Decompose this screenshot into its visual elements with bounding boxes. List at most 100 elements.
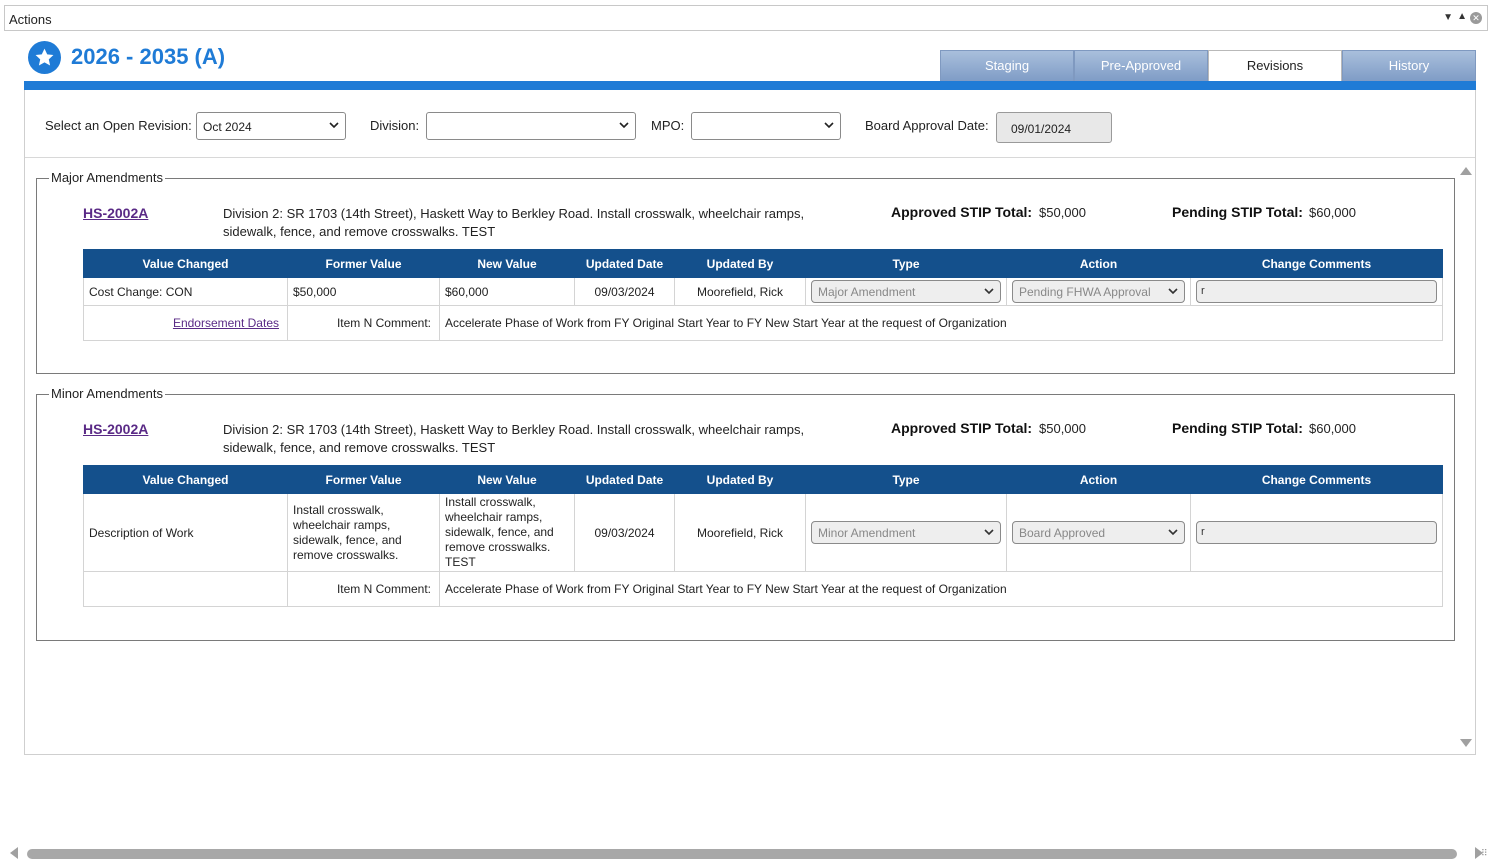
action-cell: Board Approved xyxy=(1006,493,1191,572)
value-changed-cell: Description of Work xyxy=(83,493,288,572)
chevron-down-icon xyxy=(1168,288,1178,295)
type-select[interactable]: Minor Amendment xyxy=(811,521,1001,544)
page-title: 2026 - 2035 (A) xyxy=(71,44,226,69)
revisions-panel: Select an Open Revision: Oct 2024 Divisi… xyxy=(24,90,1476,755)
revision-select-value: Oct 2024 xyxy=(203,120,252,134)
column-header: Value Changed xyxy=(83,465,288,494)
chevron-down-icon xyxy=(984,288,994,295)
type-select[interactable]: Major Amendment xyxy=(811,280,1001,303)
item-comment-text: Accelerate Phase of Work from FY Origina… xyxy=(439,571,1443,607)
table-header-row: Value Changed Former Value New Value Upd… xyxy=(83,249,1443,278)
division-label: Division: xyxy=(370,118,420,133)
tab-history[interactable]: History xyxy=(1342,50,1476,81)
endorsement-dates-link[interactable]: Endorsement Dates xyxy=(173,316,279,330)
item-comment-text: Accelerate Phase of Work from FY Origina… xyxy=(439,305,1443,341)
updated-by-cell: Moorefield, Rick xyxy=(674,277,806,306)
column-header: Change Comments xyxy=(1190,465,1443,494)
mpo-select[interactable] xyxy=(691,112,841,140)
value-changed-cell: Cost Change: CON xyxy=(83,277,288,306)
former-value-cell: Install crosswalk, wheelchair ramps, sid… xyxy=(287,493,440,572)
former-value-cell: $50,000 xyxy=(287,277,440,306)
scroll-left-icon[interactable] xyxy=(9,847,19,859)
resize-grip-icon[interactable]: ⠿ xyxy=(1481,848,1488,859)
action-select[interactable]: Board Approved xyxy=(1012,521,1185,544)
window-bar: Actions ▼ ▲ ✕ xyxy=(4,5,1488,31)
chevron-down-icon xyxy=(1168,529,1178,536)
column-header: New Value xyxy=(439,249,575,278)
item-comment-label: Item N Comment: xyxy=(287,571,440,607)
column-header: Updated Date xyxy=(574,465,675,494)
type-cell: Major Amendment xyxy=(805,277,1007,306)
table-header-row: Value Changed Former Value New Value Upd… xyxy=(83,465,1443,494)
major-project-description: Division 2: SR 1703 (14th Street), Haske… xyxy=(223,206,805,239)
revision-label: Select an Open Revision: xyxy=(45,118,192,133)
updated-by-cell: Moorefield, Rick xyxy=(674,493,806,572)
horizontal-scrollbar[interactable] xyxy=(27,849,1457,859)
column-header: Former Value xyxy=(287,249,440,278)
new-value-cell: Install crosswalk, wheelchair ramps, sid… xyxy=(439,493,575,572)
minor-pending-label: Pending STIP Total: xyxy=(1172,420,1303,436)
chevron-down-icon xyxy=(619,122,629,129)
scroll-down-icon[interactable] xyxy=(1460,738,1472,748)
minor-approved-label: Approved STIP Total: xyxy=(891,420,1033,436)
filter-bar: Select an Open Revision: Oct 2024 Divisi… xyxy=(25,90,1475,158)
column-header: Updated Date xyxy=(574,249,675,278)
action-cell: Pending FHWA Approval xyxy=(1006,277,1191,306)
action-select-value: Pending FHWA Approval xyxy=(1019,285,1151,299)
major-approved-label: Approved STIP Total: xyxy=(891,204,1033,220)
endorsement-cell: Endorsement Dates xyxy=(83,305,288,341)
column-header: Change Comments xyxy=(1190,249,1443,278)
change-comment-input[interactable]: r xyxy=(1196,521,1437,544)
updated-date-cell: 09/03/2024 xyxy=(574,277,675,306)
star-icon xyxy=(28,41,61,74)
empty-cell xyxy=(83,571,288,607)
action-select-value: Board Approved xyxy=(1019,526,1106,540)
minor-project-description: Division 2: SR 1703 (14th Street), Haske… xyxy=(223,422,805,455)
column-header: Value Changed xyxy=(83,249,288,278)
column-header: New Value xyxy=(439,465,575,494)
change-comments-cell: r xyxy=(1190,277,1443,306)
minor-amendments-group: Minor Amendments HS-2002A Division 2: SR… xyxy=(36,386,1455,641)
major-approved-value: $50,000 xyxy=(1039,205,1086,220)
action-select[interactable]: Pending FHWA Approval xyxy=(1012,280,1185,303)
table-row: Description of Work Install crosswalk, w… xyxy=(83,493,1443,572)
change-comment-input[interactable]: r xyxy=(1196,280,1437,303)
minor-pending-value: $60,000 xyxy=(1309,421,1356,436)
new-value-cell: $60,000 xyxy=(439,277,575,306)
table-row: Cost Change: CON $50,000 $60,000 09/03/2… xyxy=(83,277,1443,306)
mpo-label: MPO: xyxy=(651,118,685,133)
column-header: Type xyxy=(805,465,1007,494)
column-header: Action xyxy=(1006,249,1191,278)
close-icon[interactable]: ✕ xyxy=(1470,12,1482,24)
major-project-link[interactable]: HS-2002A xyxy=(83,205,148,221)
tab-pre-approved[interactable]: Pre-Approved xyxy=(1074,50,1208,81)
table-row: Endorsement Dates Item N Comment: Accele… xyxy=(83,305,1443,341)
table-row: Item N Comment: Accelerate Phase of Work… xyxy=(83,571,1443,607)
major-pending-value: $60,000 xyxy=(1309,205,1356,220)
chevron-down-icon xyxy=(824,122,834,129)
updated-date-cell: 09/03/2024 xyxy=(574,493,675,572)
type-select-value: Minor Amendment xyxy=(818,526,916,540)
minor-approved-value: $50,000 xyxy=(1039,421,1086,436)
scroll-up-icon[interactable] xyxy=(1460,166,1472,176)
major-amendments-group: Major Amendments HS-2002A Division 2: SR… xyxy=(36,170,1455,374)
division-select[interactable] xyxy=(426,112,636,140)
major-amendments-legend: Major Amendments xyxy=(49,170,165,185)
tab-revisions[interactable]: Revisions xyxy=(1208,50,1342,81)
type-cell: Minor Amendment xyxy=(805,493,1007,572)
collapse-down-icon[interactable]: ▼ xyxy=(1443,12,1453,23)
tab-bar: Staging Pre-Approved Revisions History xyxy=(940,50,1476,81)
board-date-field[interactable]: 09/01/2024 xyxy=(996,112,1112,143)
window-title: Actions xyxy=(9,12,52,27)
tab-staging[interactable]: Staging xyxy=(940,50,1074,81)
column-header: Type xyxy=(805,249,1007,278)
revision-select[interactable]: Oct 2024 xyxy=(196,112,346,140)
header-divider xyxy=(24,81,1476,90)
collapse-up-icon[interactable]: ▲ xyxy=(1457,11,1467,22)
minor-project-link[interactable]: HS-2002A xyxy=(83,421,148,437)
column-header: Updated By xyxy=(674,249,806,278)
chevron-down-icon xyxy=(329,122,339,129)
minor-amendments-legend: Minor Amendments xyxy=(49,386,165,401)
column-header: Updated By xyxy=(674,465,806,494)
major-pending-label: Pending STIP Total: xyxy=(1172,204,1303,220)
